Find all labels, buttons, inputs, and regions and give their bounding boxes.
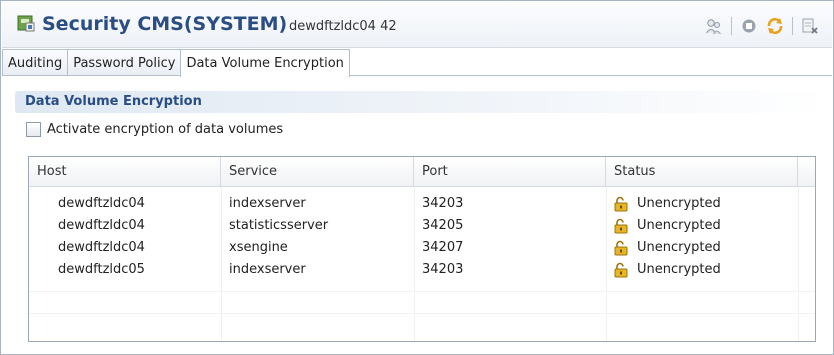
port-cell: 34205 [422,218,464,233]
row-divider [29,313,815,314]
toolbar-separator [792,17,793,35]
status-text: Unencrypted [637,196,721,211]
table-header: Host Service Port Status [29,157,815,187]
editor-tabs: Auditing Password Policy Data Volume Enc… [2,49,350,77]
column-header-status[interactable]: Status [606,157,798,187]
activate-encryption-row: Activate encryption of data volumes [26,120,283,138]
port-cell: 34207 [422,240,464,255]
status-text: Unencrypted [637,240,721,255]
host-cell: dewdftzldc05 [58,262,145,277]
row-divider [29,291,815,292]
port-cell: 34203 [422,196,464,211]
unlocked-icon [614,240,628,256]
tab-data-volume-encryption[interactable]: Data Volume Encryption [180,49,350,77]
status-cell: Unencrypted [606,193,798,215]
tab-underline [2,75,832,76]
status-cell: Unencrypted [606,215,798,237]
close-editor-icon[interactable] [800,16,820,36]
tab-password-policy[interactable]: Password Policy [67,49,182,76]
column-header-host[interactable]: Host [29,157,221,187]
editor-frame: Security CMS(SYSTEM) dewdftzldc04 42 Aud… [0,0,834,355]
stop-icon[interactable] [739,16,759,36]
host-cell: dewdftzldc04 [58,240,145,255]
unlocked-icon [614,218,628,234]
users-icon[interactable] [704,16,724,36]
table-row[interactable]: dewdftzldc04 indexserver 34203 Unencrypt… [29,193,815,215]
status-text: Unencrypted [637,218,721,233]
table-row[interactable]: dewdftzldc04 xsengine 34207 Unencrypted [29,237,815,259]
host-cell: dewdftzldc04 [58,196,145,211]
table-row[interactable]: dewdftzldc05 indexserver 34203 Unencrypt… [29,259,815,281]
column-header-port[interactable]: Port [414,157,606,187]
refresh-icon[interactable] [765,16,785,36]
status-text: Unencrypted [637,262,721,277]
activate-encryption-label[interactable]: Activate encryption of data volumes [47,122,283,137]
service-cell: indexserver [229,262,306,277]
status-cell: Unencrypted [606,259,798,281]
header-toolbar [704,16,820,36]
table-row[interactable]: dewdftzldc04 statisticsserver 34205 Unen… [29,215,815,237]
data-volume-table: Host Service Port Status dewdftzldc04 in… [28,156,816,342]
activate-encryption-checkbox[interactable] [26,121,41,137]
status-cell: Unencrypted [606,237,798,259]
unlocked-icon [614,196,628,212]
service-cell: xsengine [229,240,288,255]
service-cell: indexserver [229,196,306,211]
section-header: Data Volume Encryption [15,91,829,113]
tab-auditing[interactable]: Auditing [2,49,69,76]
port-cell: 34203 [422,262,464,277]
editor-header: Security CMS(SYSTEM) dewdftzldc04 42 [2,2,832,48]
service-cell: statisticsserver [229,218,329,233]
section-title: Data Volume Encryption [25,94,202,109]
security-app-icon [17,15,35,32]
host-cell: dewdftzldc04 [58,218,145,233]
column-header-service[interactable]: Service [221,157,414,187]
editor-subtitle: dewdftzldc04 42 [289,19,397,34]
unlocked-icon [614,262,628,278]
toolbar-separator [731,17,732,35]
editor-title: Security CMS(SYSTEM) [42,13,288,35]
